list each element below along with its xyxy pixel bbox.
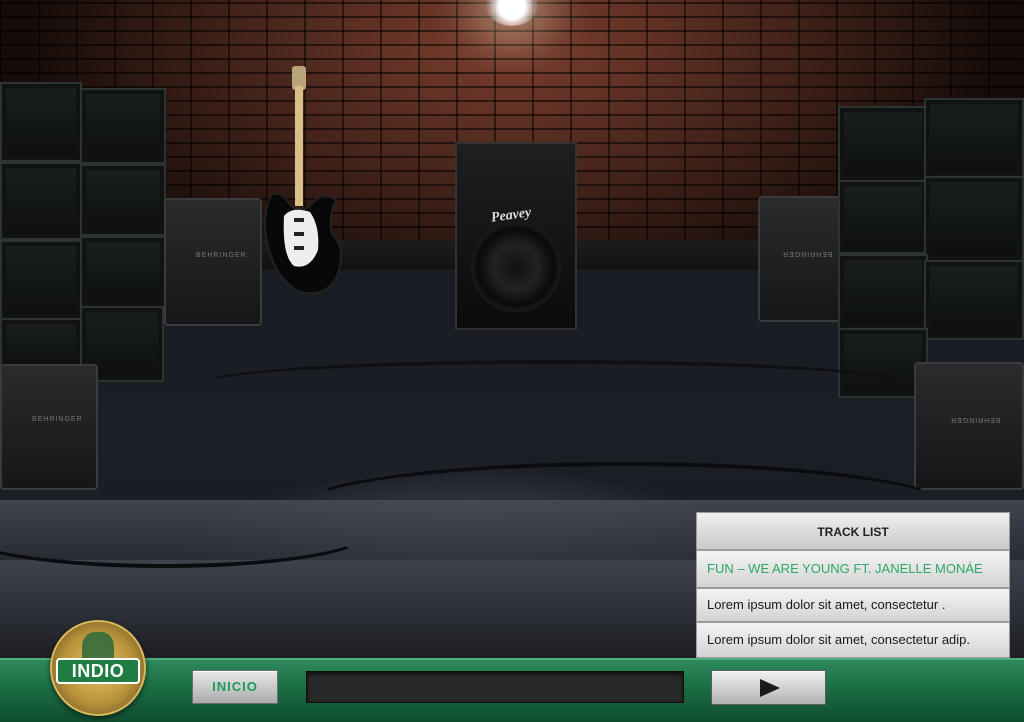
home-button[interactable]: INICIO (192, 670, 278, 704)
amp-cabinet: BEHRINGER (164, 198, 262, 326)
speaker-cabinet (838, 106, 928, 182)
speaker-cabinet (0, 318, 82, 370)
speaker-cabinet (0, 82, 82, 162)
amp-cabinet: BEHRINGER (0, 364, 98, 490)
floor-cable (200, 360, 908, 408)
track-title: FUN – WE ARE YOUNG FT. JANELLE MONÁE (707, 561, 983, 576)
speaker-cabinet (0, 240, 82, 320)
speaker-cabinet (924, 176, 1024, 262)
play-icon (760, 679, 780, 697)
speaker-woofer (471, 222, 561, 312)
speaker-cabinet (80, 236, 166, 308)
progress-bar[interactable] (306, 671, 684, 703)
amp-brand-label: BEHRINGER (782, 250, 833, 257)
speaker-cabinet (924, 98, 1024, 178)
track-title: Lorem ipsum dolor sit amet, consectetur … (707, 632, 971, 647)
track-list-panel: TRACK LIST FUN – WE ARE YOUNG FT. JANELL… (696, 512, 1010, 658)
brand-logo-text: INDIO (56, 658, 140, 684)
track-title: Lorem ipsum dolor sit amet, consectetur … (707, 597, 946, 612)
track-list-title: TRACK LIST (696, 512, 1010, 550)
brand-logo[interactable]: INDIO (50, 620, 146, 716)
amp-brand-label: BEHRINGER (32, 416, 83, 423)
amp-cabinet: BEHRINGER (914, 362, 1024, 490)
play-button[interactable] (711, 670, 826, 705)
electric-guitar (263, 66, 342, 295)
amp-cabinet: BEHRINGER (758, 196, 844, 322)
speaker-cabinet (838, 254, 928, 330)
track-list-item[interactable]: FUN – WE ARE YOUNG FT. JANELLE MONÁE (696, 550, 1010, 588)
amp-brand-label: BEHRINGER (196, 252, 247, 259)
speaker-cabinet (838, 180, 928, 254)
speaker-cabinet (80, 164, 166, 236)
speaker-cabinet (924, 260, 1024, 340)
track-list-item[interactable]: Lorem ipsum dolor sit amet, consectetur … (696, 588, 1010, 622)
speaker-cabinet (0, 162, 82, 240)
track-list-item[interactable]: Lorem ipsum dolor sit amet, consectetur … (696, 622, 1010, 658)
pa-speaker: Peavey (455, 142, 577, 330)
speaker-cabinet (80, 88, 166, 164)
amp-brand-label: BEHRINGER (950, 416, 1001, 423)
